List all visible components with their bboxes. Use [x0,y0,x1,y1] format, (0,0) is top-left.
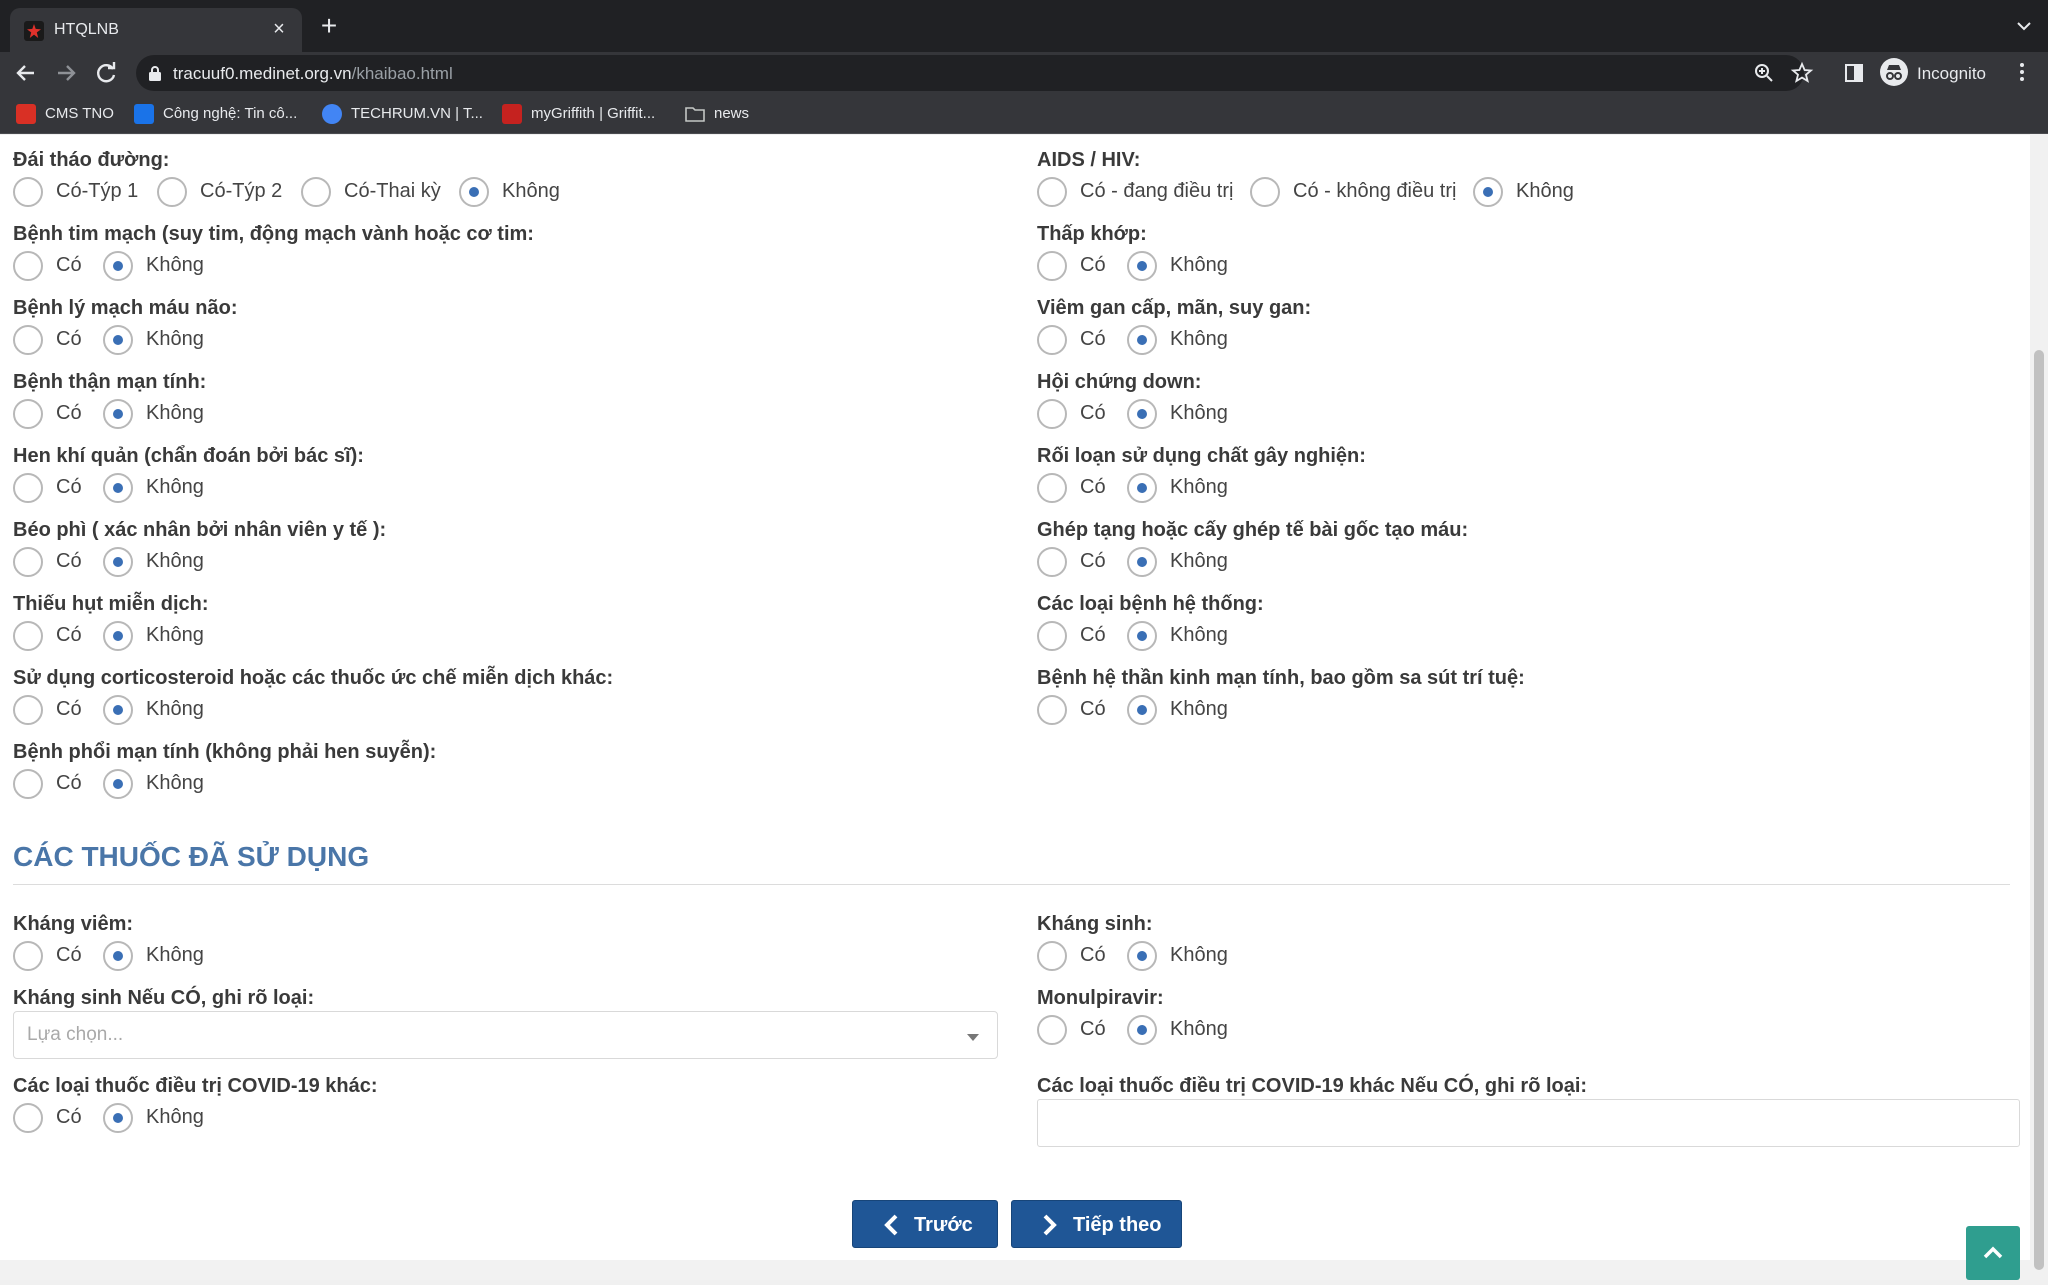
radio-button-checked[interactable] [103,769,133,799]
bookmarks-bar: CMS TNO Công nghệ: Tin cô... TECHRUM.VN … [0,94,2048,134]
cms-tno-icon [16,104,36,124]
browser-menu-icon[interactable] [2010,60,2034,84]
section-title-drugs: CÁC THUỐC ĐÃ SỬ DỤNG [13,841,370,872]
radio-button[interactable] [13,621,43,651]
tab-search-chevron-icon[interactable] [2012,14,2036,38]
vertical-scrollbar[interactable] [2030,135,2048,1280]
radio-button-checked[interactable] [103,621,133,651]
radio-button-checked[interactable] [103,1103,133,1133]
reload-icon[interactable] [90,57,122,89]
radio-button[interactable] [13,251,43,281]
radio-button-checked[interactable] [103,325,133,355]
radio-button-checked[interactable] [103,473,133,503]
profile-label: Incognito [1917,64,1986,83]
page-content: Đái tháo đường: Có-Týp 1 Có-Týp 2 Có-Tha… [0,135,2030,1260]
radio-button-checked[interactable] [459,177,489,207]
radio-button-checked[interactable] [1127,399,1157,429]
radio-button[interactable] [13,177,43,207]
radio-button-checked[interactable] [1127,1015,1157,1045]
radio-button[interactable] [1250,177,1280,207]
radio-button-checked[interactable] [103,695,133,725]
radio-button[interactable] [13,399,43,429]
radio-button[interactable] [13,941,43,971]
radio-button[interactable] [1037,473,1067,503]
side-panel-icon[interactable] [1842,61,1866,85]
radio-button-checked[interactable] [1127,695,1157,725]
radio-button[interactable] [1037,325,1067,355]
radio-button[interactable] [1037,547,1067,577]
close-tab-icon[interactable]: × [268,18,290,40]
techrum-icon [322,104,342,124]
radio-button[interactable] [1037,695,1067,725]
radio-button[interactable] [13,695,43,725]
scroll-to-top-button[interactable] [1966,1226,2020,1280]
chevron-up-icon [1983,1246,2003,1259]
radio-button-checked[interactable] [1127,251,1157,281]
radio-button[interactable] [1037,177,1067,207]
tab-title: HTQLNB [54,21,119,38]
folder-icon [685,107,705,122]
previous-button[interactable]: Trước [852,1200,998,1248]
other-covid-drugs-input[interactable] [1037,1099,2020,1147]
radio-button-checked[interactable] [1127,325,1157,355]
bookmark-star-icon[interactable] [1790,61,1814,85]
radio-button[interactable] [13,325,43,355]
chevron-right-icon [1043,1214,1057,1236]
browser-tab[interactable]: HTQLNB × [10,8,302,52]
antibiotic-type-select[interactable]: Lựa chọn... [13,1011,998,1059]
lock-icon[interactable] [148,65,162,81]
caret-down-icon [967,1034,979,1041]
radio-button[interactable] [13,547,43,577]
mygriffith-icon [502,104,522,124]
back-arrow-icon[interactable] [10,57,42,89]
radio-button-checked[interactable] [103,941,133,971]
forward-arrow-icon[interactable] [50,57,82,89]
radio-button-checked[interactable] [103,547,133,577]
chevron-left-icon [884,1214,898,1236]
next-button[interactable]: Tiếp theo [1011,1200,1182,1248]
section-divider [13,884,2010,885]
radio-button-checked[interactable] [1127,621,1157,651]
incognito-icon [1880,58,1908,86]
radio-button[interactable] [1037,399,1067,429]
radio-button[interactable] [157,177,187,207]
url-text: tracuuf0.medinet.org.vn/khaibao.html [173,64,453,83]
page-footer [0,1260,2030,1280]
radio-button-checked[interactable] [1473,177,1503,207]
site-favicon-icon [24,21,44,41]
radio-button[interactable] [1037,1015,1067,1045]
radio-button-checked[interactable] [103,399,133,429]
radio-button[interactable] [13,1103,43,1133]
radio-button[interactable] [13,769,43,799]
browser-toolbar: tracuuf0.medinet.org.vn/khaibao.html Inc… [0,52,2048,94]
tab-strip: HTQLNB × + [0,0,2048,52]
radio-button-checked[interactable] [1127,941,1157,971]
radio-button[interactable] [1037,941,1067,971]
scrollbar-thumb[interactable] [2034,350,2044,1270]
radio-button[interactable] [1037,621,1067,651]
radio-button-checked[interactable] [1127,547,1157,577]
zoom-icon[interactable] [1752,61,1776,85]
select-placeholder: Lựa chọn... [27,1024,124,1045]
cong-nghe-icon [134,104,154,124]
radio-button[interactable] [301,177,331,207]
address-bar[interactable]: tracuuf0.medinet.org.vn/khaibao.html [136,55,1814,91]
radio-button[interactable] [1037,251,1067,281]
radio-button-checked[interactable] [103,251,133,281]
radio-button[interactable] [13,473,43,503]
new-tab-button[interactable]: + [316,12,342,40]
radio-button-checked[interactable] [1127,473,1157,503]
